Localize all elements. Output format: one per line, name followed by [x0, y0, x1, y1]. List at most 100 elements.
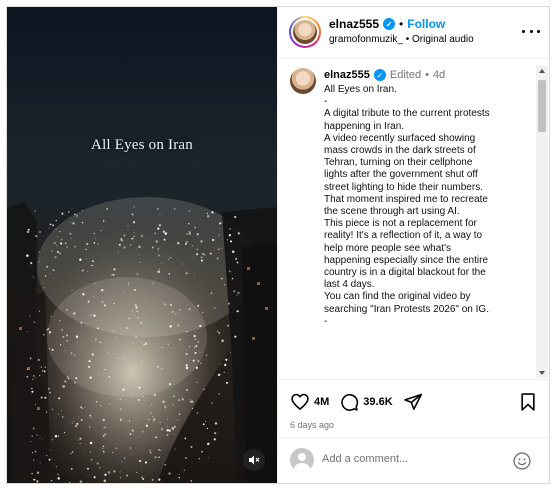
crowd-light	[39, 437, 41, 439]
more-options-button[interactable]	[522, 25, 540, 37]
crowd-light	[70, 467, 73, 470]
caption-author-avatar[interactable]	[290, 68, 316, 94]
scroll-up-arrow-icon[interactable]	[539, 69, 545, 73]
crowd-light	[115, 337, 117, 339]
scroll-down-arrow-icon[interactable]	[539, 371, 545, 375]
crowd-light	[99, 467, 101, 469]
crowd-light	[196, 412, 199, 414]
crowd-light	[220, 277, 223, 280]
post-timestamp[interactable]: 6 days ago	[290, 420, 334, 430]
post-video[interactable]: All Eyes on Iran	[7, 7, 277, 483]
crowd-light	[135, 306, 138, 309]
crowd-light	[202, 423, 205, 426]
crowd-light	[75, 377, 78, 380]
crowd-light	[117, 252, 119, 254]
crowd-light	[199, 324, 202, 328]
share-icon[interactable]	[403, 392, 423, 412]
crowd-light	[59, 252, 61, 255]
author-avatar-story-ring[interactable]	[289, 16, 321, 48]
crowd-light	[193, 334, 196, 338]
crowd-light	[58, 397, 61, 400]
crowd-light	[119, 476, 122, 479]
author-username[interactable]: elnaz555	[329, 17, 379, 31]
crowd-light	[112, 330, 114, 333]
crowd-light	[26, 230, 30, 234]
crowd-light	[213, 307, 216, 309]
crowd-light	[48, 458, 51, 461]
crowd-light	[119, 417, 121, 420]
crowd-light	[113, 470, 116, 473]
audio-source-link[interactable]: gramofonmuzik_	[329, 34, 403, 45]
crowd-light	[120, 408, 122, 410]
crowd-light	[29, 357, 32, 360]
crowd-light	[236, 261, 239, 264]
crowd-light	[164, 232, 168, 235]
crowd-light	[218, 234, 220, 236]
comment-icon[interactable]	[339, 392, 359, 412]
crowd-light	[26, 330, 28, 332]
crowd-light	[102, 450, 105, 453]
comment-input[interactable]	[322, 453, 502, 465]
crowd-light	[174, 208, 176, 210]
crowd-light	[81, 210, 84, 212]
like-count[interactable]: 4M	[314, 396, 329, 408]
crowd-light	[209, 252, 212, 255]
crowd-light	[103, 304, 106, 307]
edited-label: Edited	[389, 69, 422, 81]
caption-username[interactable]: elnaz555	[324, 69, 370, 81]
crowd-light	[107, 471, 111, 474]
crowd-light	[202, 252, 205, 255]
crowd-light	[216, 257, 219, 260]
crowd-light	[71, 422, 73, 424]
crowd-light	[94, 282, 96, 284]
crowd-light	[73, 312, 76, 315]
caption-scrollbar[interactable]	[536, 66, 548, 378]
crowd-light	[51, 408, 53, 410]
crowd-light	[73, 421, 75, 422]
crowd-light	[51, 438, 54, 441]
crowd-light	[100, 404, 102, 407]
crowd-light	[131, 237, 134, 240]
crowd-light	[200, 362, 202, 365]
crowd-light	[112, 274, 115, 276]
bookmark-icon[interactable]	[518, 392, 538, 412]
scroll-thumb[interactable]	[538, 80, 546, 132]
crowd-light	[86, 257, 88, 259]
crowd-light	[97, 243, 99, 245]
crowd-light	[78, 416, 80, 418]
crowd-light	[84, 406, 86, 408]
caption-line: last 4 days.	[324, 279, 375, 291]
crowd-light	[206, 215, 210, 218]
crowd-light	[235, 257, 238, 260]
crowd-light	[166, 434, 169, 436]
caption-line: street lighting to hide their numbers.	[324, 181, 483, 193]
crowd-light	[72, 222, 75, 225]
crowd-light	[231, 250, 235, 253]
emoji-icon[interactable]	[512, 451, 532, 471]
audio-label[interactable]: Original audio	[412, 34, 474, 45]
heart-icon[interactable]	[290, 392, 310, 412]
crowd-light	[131, 213, 134, 216]
comment-count[interactable]: 39.6K	[363, 396, 392, 408]
crowd-light	[96, 462, 99, 465]
crowd-light	[229, 240, 233, 243]
crowd-light	[176, 419, 178, 421]
crowd-light	[38, 261, 40, 263]
crowd-light	[163, 301, 165, 303]
crowd-light	[41, 438, 44, 440]
crowd-light	[197, 341, 200, 343]
crowd-light	[30, 261, 33, 265]
crowd-light	[43, 370, 46, 373]
crowd-light	[219, 363, 221, 365]
crowd-light	[233, 290, 236, 293]
mute-button[interactable]	[243, 449, 265, 471]
crowd-light	[136, 273, 139, 275]
crowd-light	[112, 283, 114, 285]
crowd-light	[86, 270, 88, 273]
crowd-light	[81, 269, 84, 272]
crowd-light	[130, 244, 132, 246]
crowd-light	[128, 283, 129, 285]
caption-section: elnaz555 ✓ Edited • 4d All Eyes on Iran.…	[278, 60, 549, 379]
follow-button[interactable]: Follow	[407, 17, 445, 31]
crowd-light	[55, 229, 57, 231]
